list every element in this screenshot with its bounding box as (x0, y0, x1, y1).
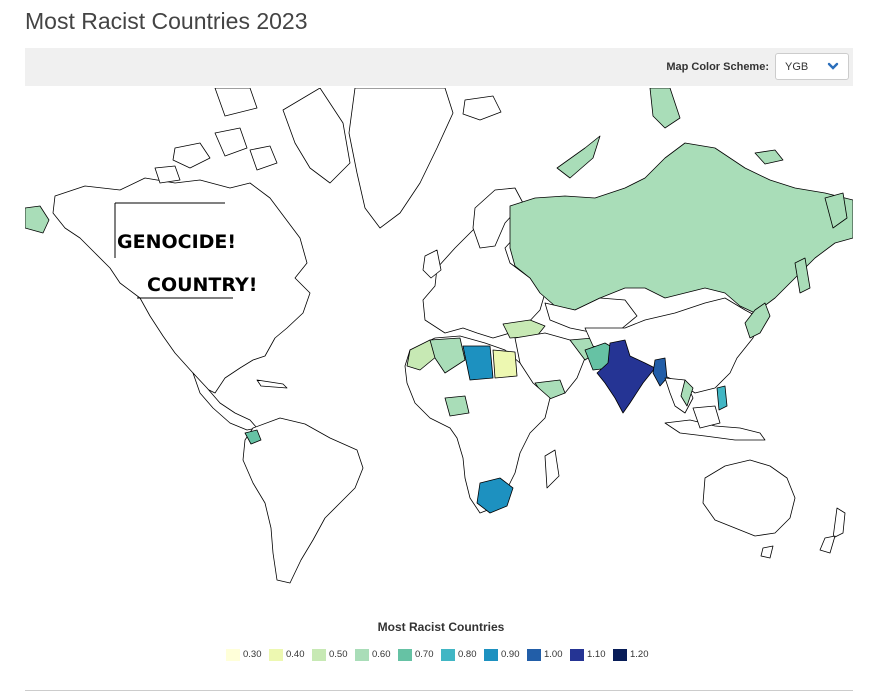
legend-label: 1.20 (630, 649, 649, 660)
greenland[interactable] (348, 88, 454, 229)
legend-label: 0.40 (286, 649, 305, 660)
legend-swatch (355, 649, 369, 661)
tasmania[interactable] (760, 545, 774, 559)
arctic-island-4[interactable] (154, 165, 181, 184)
legend-swatch (613, 649, 627, 661)
color-scheme-value: YGB (785, 61, 809, 73)
legend-swatch (527, 649, 541, 661)
chevron-down-icon (827, 62, 839, 70)
legend-label: 0.60 (372, 649, 391, 660)
legend-label: 1.00 (544, 649, 563, 660)
legend-label: 0.30 (243, 649, 262, 660)
baffin-island[interactable] (282, 88, 351, 184)
legend-swatch (269, 649, 283, 661)
annotation-country: COUNTRY! (147, 274, 257, 296)
page-title: Most Racist Countries 2023 (25, 8, 308, 34)
legend-swatch (312, 649, 326, 661)
bottom-divider (25, 690, 853, 691)
arctic-island-5[interactable] (214, 88, 258, 117)
novaya-zemlya[interactable] (556, 135, 601, 179)
egypt[interactable] (492, 349, 518, 379)
color-scheme-label: Map Color Scheme: (666, 61, 769, 73)
legend-swatch (226, 649, 240, 661)
australia[interactable] (702, 459, 796, 537)
madagascar[interactable] (544, 449, 560, 489)
legend-title: Most Racist Countries (377, 620, 505, 634)
alaska-region[interactable] (25, 205, 50, 234)
iceland[interactable] (462, 95, 502, 121)
legend-label: 1.10 (587, 649, 606, 660)
new-zealand-north[interactable] (832, 507, 846, 539)
color-scheme-select[interactable]: YGB (775, 53, 849, 80)
legend-swatch (570, 649, 584, 661)
world-map[interactable]: GENOCIDE! COUNTRY! (25, 88, 853, 598)
severnaya-island[interactable] (649, 88, 681, 129)
cuba[interactable] (256, 379, 288, 389)
map-toolbar: Map Color Scheme: YGB (25, 48, 853, 86)
legend-swatch (484, 649, 498, 661)
south-america-landmass[interactable] (242, 417, 364, 584)
legend-label: 0.80 (458, 649, 477, 660)
philippines[interactable] (716, 385, 728, 411)
arctic-island-2[interactable] (214, 127, 248, 157)
legend-label: 0.50 (329, 649, 348, 660)
arctic-island-1[interactable] (172, 142, 211, 169)
arctic-island-3[interactable] (249, 145, 278, 171)
legend-swatch (441, 649, 455, 661)
legend-swatch (398, 649, 412, 661)
legend-label: 0.70 (415, 649, 434, 660)
myanmar[interactable] (652, 357, 668, 387)
annotation-genocide: GENOCIDE! (117, 231, 236, 253)
legend-label: 0.90 (501, 649, 520, 660)
siberian-island[interactable] (754, 149, 784, 165)
new-zealand-south[interactable] (819, 535, 836, 554)
